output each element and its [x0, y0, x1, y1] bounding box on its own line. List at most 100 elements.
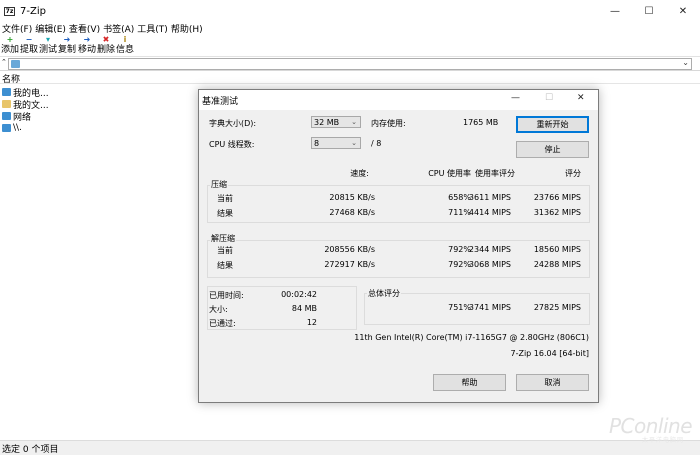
network-icon [2, 112, 11, 120]
list-item[interactable]: 网络 [2, 110, 32, 123]
info-icon: i [123, 35, 127, 44]
up-folder-icon[interactable]: ⌃ [1, 58, 7, 66]
menu-view[interactable]: 查看(V) [67, 22, 101, 35]
total-rating-label: 总体评分 [367, 288, 401, 299]
elapsed-time-value: 00:02:42 [281, 290, 317, 299]
list-header: 名称 [0, 72, 700, 85]
dictionary-size-label: 字典大小(D): [209, 119, 257, 128]
cpu-threads-select[interactable]: 8 ⌄ [311, 137, 361, 149]
dictionary-size-select[interactable]: 32 MB ⌄ [311, 116, 361, 128]
app-icon: 7z [4, 6, 15, 16]
menu-tools[interactable]: 工具(T) [135, 22, 169, 35]
cpu-info: 11th Gen Intel(R) Core(TM) i7-1165G7 @ 2… [354, 333, 589, 342]
size-label: 大小: [209, 305, 228, 314]
watermark-subtitle: 太平洋电脑网 [641, 437, 684, 444]
test-label: 测试 [38, 45, 57, 55]
close-button[interactable]: ✕ [666, 0, 700, 22]
speed-header: 速度: [350, 169, 369, 178]
list-item-label: \\. [13, 123, 22, 133]
benchmark-dialog: 基准测试 — ☐ ✕ 字典大小(D): 32 MB ⌄ 内存使用: 1765 M… [198, 89, 599, 403]
chevron-down-icon: ⌄ [351, 139, 357, 147]
delete-icon: ✖ [102, 35, 110, 44]
status-text: 选定 0 个项目 [2, 444, 59, 455]
chevron-down-icon: ⌄ [351, 118, 357, 126]
menu-file[interactable]: 文件(F) [0, 22, 33, 35]
compress-current-usage: 3611 MIPS [468, 193, 511, 202]
cancel-button[interactable]: 取消 [516, 374, 589, 391]
dialog-title-bar: 基准测试 — ☐ ✕ [199, 90, 598, 110]
menu-help[interactable]: 帮助(H) [169, 22, 204, 35]
menu-bar: 文件(F) 编辑(E) 查看(V) 书签(A) 工具(T) 帮助(H) [0, 22, 700, 35]
delete-button[interactable]: ✖ 删除 [96, 35, 116, 57]
path-input[interactable]: ⌄ [8, 58, 692, 70]
compress-result-label: 结果 [217, 209, 233, 218]
compress-result-rating: 31362 MIPS [533, 208, 581, 217]
dialog-maximize-button: ☐ [545, 93, 554, 103]
copy-button[interactable]: ➜ 复制 [57, 35, 77, 57]
extract-button[interactable]: − 提取 [19, 35, 39, 57]
chevron-down-icon[interactable]: ⌄ [682, 58, 689, 67]
decompress-result-usage: 3068 MIPS [468, 260, 511, 269]
elapsed-time-label: 已用时间: [209, 291, 244, 300]
cpu-threads-total: / 8 [371, 139, 382, 148]
minimize-button[interactable]: — [598, 0, 632, 22]
status-bar: 选定 0 个项目 [0, 440, 700, 455]
rating-header: 评分 [565, 169, 581, 178]
list-item[interactable]: 我的文... [2, 98, 49, 111]
add-icon: + [6, 35, 14, 44]
compress-current-label: 当前 [217, 194, 233, 203]
decompress-current-rating: 18560 MIPS [533, 245, 581, 254]
memory-usage-label: 内存使用: [371, 119, 406, 128]
dictionary-size-value: 32 MB [314, 118, 340, 127]
decompress-result-speed: 272917 KB/s [324, 260, 375, 269]
decompress-result-label: 结果 [217, 261, 233, 270]
column-name-header[interactable]: 名称 [2, 72, 20, 85]
window-title: 7-Zip [20, 5, 46, 17]
dialog-minimize-button[interactable]: — [511, 93, 520, 103]
cpu-threads-value: 8 [314, 139, 320, 148]
passes-value: 12 [306, 318, 317, 327]
compress-current-rating: 23766 MIPS [533, 193, 581, 202]
total-usage: 3741 MIPS [468, 303, 511, 312]
info-label: 信息 [115, 45, 134, 55]
decompress-result-rating: 24288 MIPS [533, 260, 581, 269]
folder-icon [2, 100, 11, 108]
version-info: 7-Zip 16.04 [64-bit] [510, 349, 590, 358]
add-label: 添加 [0, 45, 19, 55]
test-button[interactable]: ▾ 测试 [38, 35, 58, 57]
restart-button[interactable]: 重新开始 [516, 116, 589, 133]
move-button[interactable]: ➜ 移动 [77, 35, 97, 57]
compress-result-speed: 27468 KB/s [329, 208, 375, 217]
info-button[interactable]: i 信息 [115, 35, 135, 57]
compress-result-usage: 4414 MIPS [468, 208, 511, 217]
passes-label: 已通过: [209, 319, 236, 328]
cpu-threads-label: CPU 线程数: [209, 140, 255, 149]
computer-icon [2, 88, 11, 96]
move-label: 移动 [77, 45, 96, 55]
memory-usage-value: 1765 MB [463, 118, 499, 127]
compress-group [207, 185, 590, 223]
usage-rating-header: 使用率评分 [475, 169, 515, 178]
decompress-current-label: 当前 [217, 246, 233, 255]
delete-label: 删除 [96, 45, 115, 55]
list-item[interactable]: 我的电... [2, 86, 49, 99]
stop-button[interactable]: 停止 [516, 141, 589, 158]
list-item[interactable]: \\. [2, 122, 22, 134]
compress-current-speed: 20815 KB/s [329, 193, 375, 202]
decompress-label: 解压缩 [210, 233, 236, 244]
decompress-current-speed: 208556 KB/s [324, 245, 375, 254]
menu-bookmarks[interactable]: 书签(A) [101, 22, 135, 35]
size-value: 84 MB [291, 304, 317, 313]
drive-icon [2, 124, 11, 132]
dialog-close-button[interactable]: ✕ [577, 93, 585, 103]
computer-icon [11, 60, 20, 68]
total-rating: 27825 MIPS [533, 303, 581, 312]
copy-icon: ➜ [63, 35, 71, 44]
maximize-button[interactable]: ☐ [632, 0, 666, 22]
title-bar: 7z 7-Zip — ☐ ✕ [0, 0, 700, 22]
move-icon: ➜ [83, 35, 91, 44]
add-button[interactable]: + 添加 [0, 35, 20, 57]
menu-edit[interactable]: 编辑(E) [33, 22, 67, 35]
list-item-label: 网络 [13, 112, 32, 123]
help-button[interactable]: 帮助 [433, 374, 506, 391]
